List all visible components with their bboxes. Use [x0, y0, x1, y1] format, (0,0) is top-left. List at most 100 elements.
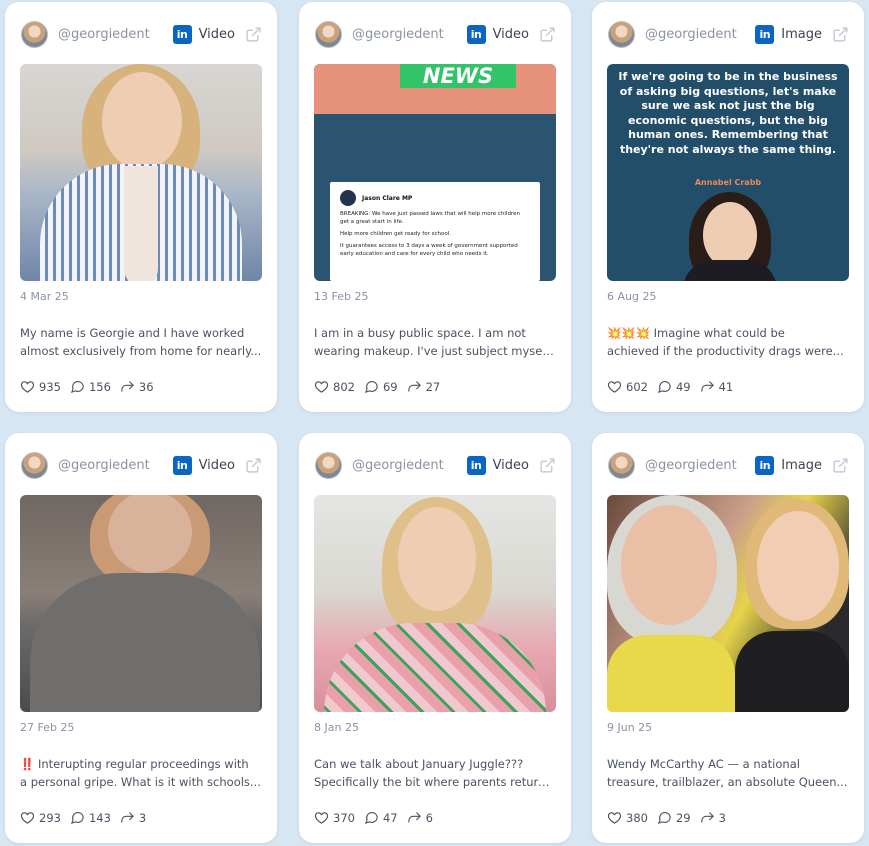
comments-count: 156 [88, 379, 111, 394]
post-card[interactable]: @georgiedent in Image If we're going to … [592, 2, 864, 412]
post-media-video[interactable] [20, 495, 262, 712]
post-date: 13 Feb 25 [314, 290, 369, 303]
post-text-line: Specifically the bit where parents retur… [314, 775, 556, 789]
author-handle[interactable]: @georgiedent [645, 458, 755, 473]
tweet-line: BREAKING: We have just passed laws that … [340, 211, 520, 225]
author-handle[interactable]: @georgiedent [645, 27, 755, 42]
external-link-icon[interactable] [832, 457, 849, 474]
likes-count: 293 [39, 810, 61, 825]
likes-stat: 802 [314, 379, 355, 394]
post-text-line: a personal gripe. What is it with school… [20, 775, 261, 789]
shares-count: 41 [718, 379, 734, 394]
heart-icon [20, 812, 35, 824]
post-stats: 935 156 36 [20, 379, 163, 394]
card-header: @georgiedent in Video [315, 450, 556, 480]
likes-count: 370 [333, 810, 355, 825]
avatar [315, 451, 342, 479]
comments-stat: 143 [70, 810, 111, 825]
post-text-line: My name is Georgie and I have worked [20, 326, 245, 340]
post-media-image[interactable]: If we're going to be in the business of … [607, 64, 849, 281]
external-link-icon[interactable] [245, 26, 262, 43]
shares-stat: 6 [407, 810, 433, 825]
heart-icon [607, 812, 622, 824]
author-handle[interactable]: @georgiedent [58, 458, 173, 473]
card-header: @georgiedent in Image [608, 450, 849, 480]
external-link-icon[interactable] [539, 26, 556, 43]
post-text[interactable]: 💥💥💥 Imagine what could be achieved if th… [607, 324, 849, 360]
media-type-label: Image [781, 26, 822, 42]
comments-stat: 47 [364, 810, 398, 825]
heart-icon [20, 381, 35, 393]
shares-count: 27 [425, 379, 441, 394]
post-text[interactable]: Wendy McCarthy AC — a national treasure,… [607, 755, 849, 791]
share-icon [407, 381, 421, 392]
post-media-video[interactable] [20, 64, 262, 281]
likes-stat: 370 [314, 810, 355, 825]
post-card[interactable]: @georgiedent in Video 8 Jan 25 Can we ta… [299, 433, 571, 843]
post-media-image[interactable] [607, 495, 849, 712]
post-text-line: I am in a busy public space. I am not [314, 326, 526, 340]
avatar [21, 451, 48, 479]
heart-icon [607, 381, 622, 393]
comment-icon [657, 812, 671, 825]
post-stats: 370 47 6 [314, 810, 442, 825]
post-media-video[interactable] [314, 495, 556, 712]
post-text[interactable]: ‼️ Interupting regular proceedings with … [20, 755, 262, 791]
likes-count: 602 [626, 379, 648, 394]
comments-count: 143 [88, 810, 111, 825]
linkedin-icon: in [755, 455, 775, 475]
linkedin-icon: in [172, 455, 192, 475]
post-card[interactable]: @georgiedent in Video 4 Mar 25 My name i… [5, 2, 277, 412]
shares-stat: 36 [120, 379, 154, 394]
post-date: 6 Aug 25 [607, 290, 657, 303]
comment-icon [364, 381, 378, 394]
author-handle[interactable]: @georgiedent [58, 27, 173, 42]
tweet-line: Help more children get ready for school. [340, 231, 451, 237]
media-type-label: Video [198, 457, 235, 473]
share-icon [700, 381, 714, 392]
share-icon [121, 381, 134, 392]
comments-count: 69 [382, 379, 398, 394]
post-stats: 380 29 3 [607, 810, 735, 825]
post-card[interactable]: @georgiedent in Video NEWS Jason Clare M… [299, 2, 571, 412]
post-stats: 802 69 27 [314, 379, 449, 394]
tweet-author: Jason Clare MP [362, 194, 413, 202]
shares-stat: 3 [120, 810, 146, 825]
post-text-line: 💥💥💥 Imagine what could be [607, 326, 785, 340]
post-card[interactable]: @georgiedent in Image 9 Jun 25 Wendy McC… [592, 433, 864, 843]
author-handle[interactable]: @georgiedent [352, 458, 467, 473]
post-text-line: almost exclusively from home for nearly.… [20, 344, 262, 358]
avatar [608, 20, 635, 48]
avatar [21, 20, 48, 48]
tweet-line: It guarantees access to 3 days a week of… [340, 243, 518, 257]
post-media-video[interactable]: NEWS Jason Clare MP BREAKING: We have ju… [314, 64, 556, 281]
card-header: @georgiedent in Image [608, 19, 849, 49]
post-date: 4 Mar 25 [20, 290, 69, 303]
post-text[interactable]: Can we talk about January Juggle??? Spec… [314, 755, 556, 791]
media-type-label: Video [492, 457, 529, 473]
comment-icon [70, 812, 84, 825]
post-text-line: wearing makeup. I've just subject myself… [314, 344, 556, 358]
tweet-avatar [340, 190, 356, 206]
post-card[interactable]: @georgiedent in Video 27 Feb 25 ‼️ Inter… [5, 433, 277, 843]
post-text[interactable]: My name is Georgie and I have worked alm… [20, 324, 262, 360]
linkedin-icon: in [466, 455, 486, 475]
comments-stat: 156 [70, 379, 111, 394]
shares-count: 6 [425, 810, 433, 825]
external-link-icon[interactable] [245, 457, 262, 474]
external-link-icon[interactable] [539, 457, 556, 474]
post-date: 27 Feb 25 [20, 721, 75, 734]
card-header: @georgiedent in Video [21, 19, 262, 49]
heart-icon [314, 812, 329, 824]
likes-stat: 935 [20, 379, 61, 394]
post-text-line: treasure, trailblazer, an absolute Queen… [607, 775, 848, 789]
comment-icon [364, 812, 378, 825]
comments-count: 49 [675, 379, 691, 394]
likes-count: 802 [333, 379, 355, 394]
post-text-line: achieved if the productivity drags were.… [607, 344, 844, 358]
post-text[interactable]: I am in a busy public space. I am not we… [314, 324, 556, 360]
shares-stat: 41 [700, 379, 734, 394]
comments-stat: 29 [657, 810, 691, 825]
external-link-icon[interactable] [832, 26, 849, 43]
author-handle[interactable]: @georgiedent [352, 27, 467, 42]
